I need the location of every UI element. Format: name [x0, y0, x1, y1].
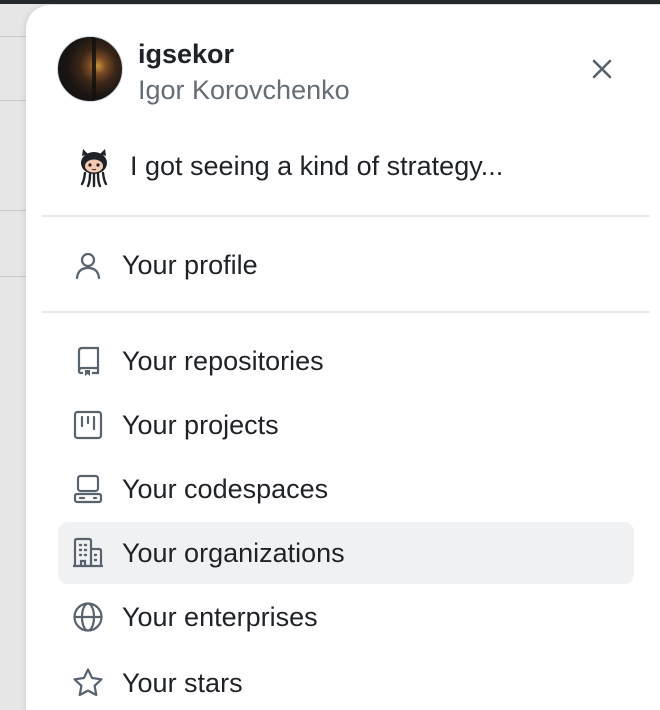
- avatar-image-detail: [92, 37, 96, 101]
- menu-item-codespaces[interactable]: Your codespaces: [58, 458, 634, 520]
- menu-item-label: Your organizations: [122, 538, 345, 568]
- person-icon: [72, 249, 104, 281]
- menu-item-label: Your stars: [122, 668, 243, 698]
- globe-icon: [72, 601, 104, 633]
- divider: [42, 311, 650, 313]
- star-icon: [72, 667, 104, 699]
- status-text: I got seeing a kind of strategy...: [130, 151, 504, 181]
- menu-item-stars[interactable]: Your stars: [58, 652, 634, 710]
- menu-item-organizations[interactable]: Your organizations: [58, 522, 634, 584]
- repo-icon: [72, 345, 104, 377]
- project-icon: [72, 409, 104, 441]
- user-menu-panel: igsekor Igor Korovchenko I got seeing a …: [26, 5, 660, 710]
- menu-item-label: Your repositories: [122, 346, 324, 376]
- user-status[interactable]: I got seeing a kind of strategy...: [26, 143, 660, 197]
- octocat-icon: [76, 147, 112, 189]
- close-button[interactable]: [586, 53, 618, 85]
- avatar[interactable]: [57, 36, 123, 102]
- divider: [42, 215, 650, 217]
- menu-item-label: Your enterprises: [122, 602, 318, 632]
- menu-item-profile[interactable]: Your profile: [58, 234, 634, 296]
- close-icon: [592, 59, 612, 79]
- organization-icon: [72, 537, 104, 569]
- user-header: igsekor Igor Korovchenko: [26, 5, 660, 125]
- username: igsekor: [138, 39, 235, 69]
- menu-item-label: Your profile: [122, 250, 258, 280]
- menu-item-repositories[interactable]: Your repositories: [58, 330, 634, 392]
- menu-item-label: Your codespaces: [122, 474, 329, 504]
- codespaces-icon: [72, 473, 104, 505]
- menu-item-enterprises[interactable]: Your enterprises: [58, 586, 634, 648]
- menu-item-projects[interactable]: Your projects: [58, 394, 634, 456]
- menu-item-label: Your projects: [122, 410, 279, 440]
- full-name: Igor Korovchenko: [138, 75, 350, 105]
